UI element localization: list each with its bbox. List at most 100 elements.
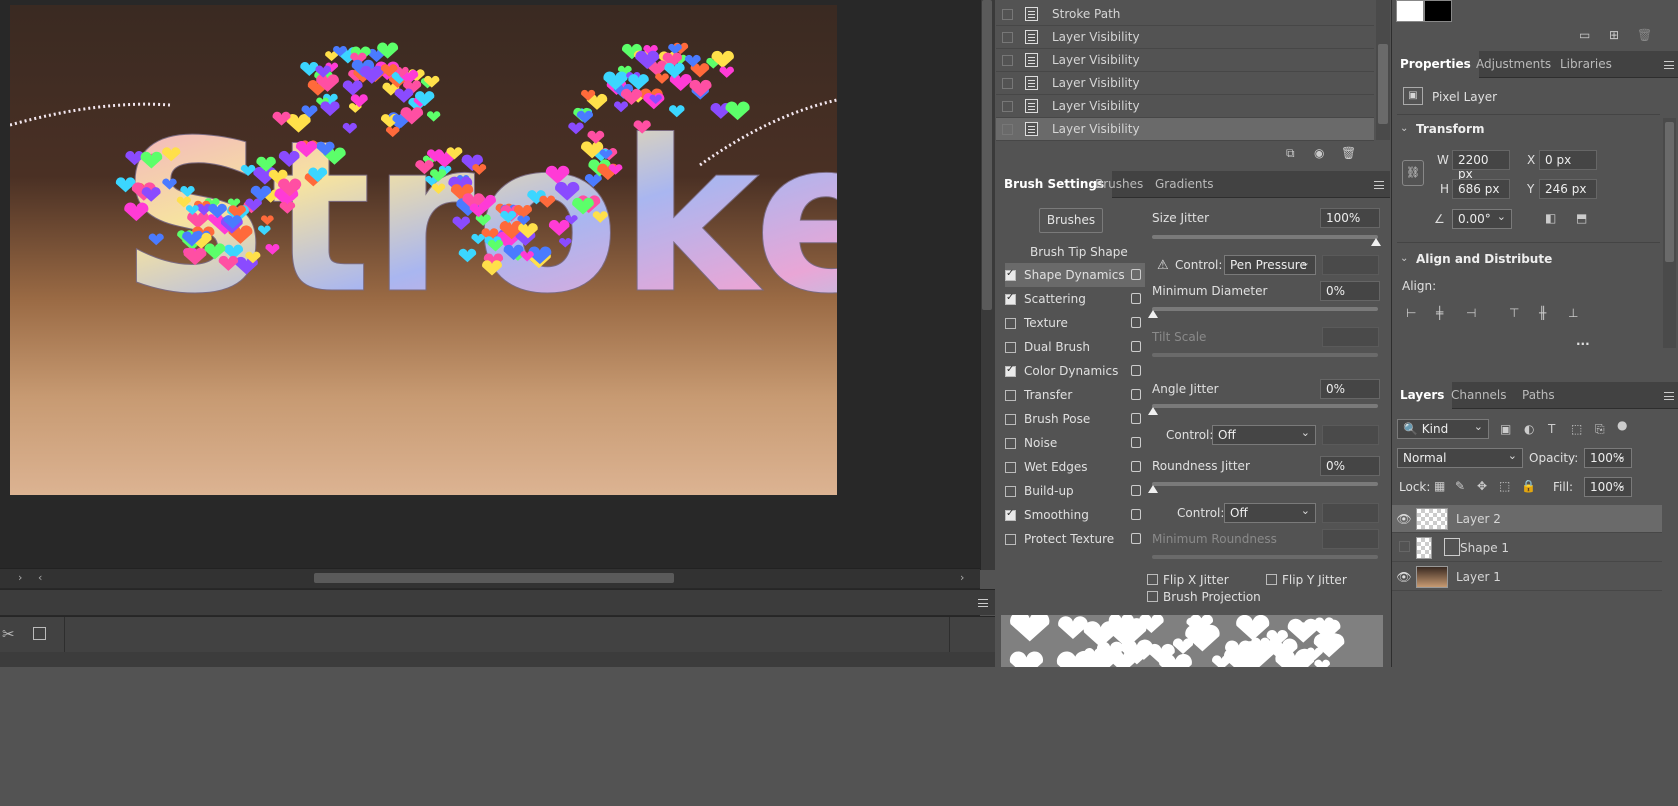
height-field[interactable]: 686 px [1452,179,1510,199]
panel-menu-icon[interactable] [978,599,988,607]
lock-icon[interactable] [1131,413,1141,424]
option-checkbox[interactable] [1005,533,1016,545]
option-label[interactable]: Color Dynamics [1024,364,1118,378]
visibility-toggle-empty[interactable] [1392,540,1416,555]
more-options-icon[interactable]: ... [1576,334,1590,348]
lock-image-pixels-icon[interactable]: ✎ [1455,479,1465,493]
expand-icon[interactable]: › [18,571,22,584]
flip-y-checkbox[interactable] [1266,574,1277,585]
lock-icon[interactable] [1131,317,1141,328]
min-diameter-field[interactable]: 0% [1320,281,1380,301]
lock-icon[interactable] [1131,509,1141,520]
camera-icon[interactable]: ◉ [1314,146,1324,160]
link-dimensions-icon[interactable]: ⛓ [1402,160,1424,186]
brush-option-dual-brush[interactable]: Dual Brush [1005,335,1145,359]
blend-mode-select[interactable]: Normal [1397,448,1523,468]
history-scrollbar[interactable] [1376,0,1390,140]
layer-row-layer-1[interactable]: 👁 Layer 1 [1392,563,1662,591]
size-jitter-handle[interactable] [1371,238,1381,246]
x-field[interactable]: 0 px [1539,150,1597,170]
tab-gradients[interactable]: Gradients [1147,171,1221,198]
min-diameter-slider[interactable] [1152,307,1378,311]
collapse-transform-icon[interactable]: ⌄ [1400,123,1408,134]
layer-name[interactable]: Layer 1 [1456,570,1501,584]
lock-icon[interactable] [1131,389,1141,400]
scroll-left-icon[interactable]: ‹ [38,571,42,584]
filter-shape-icon[interactable]: ⬚ [1571,422,1582,436]
collapse-align-icon[interactable]: ⌄ [1400,253,1408,264]
lock-icon[interactable] [1131,461,1141,472]
layer-row-shape-1[interactable]: Shape 1 [1392,534,1662,562]
tab-brushes[interactable]: Brushes [1087,171,1151,198]
option-label[interactable]: Wet Edges [1024,460,1088,474]
flip-y-label[interactable]: Flip Y Jitter [1282,573,1347,587]
lock-position-icon[interactable]: ✥ [1477,479,1487,493]
filter-smart-object-icon[interactable]: ⎘ [1595,422,1605,437]
option-checkbox[interactable] [1005,317,1016,329]
rotation-angle-field[interactable]: 0.00° [1452,209,1512,229]
brush-option-texture[interactable]: Texture [1005,311,1145,335]
new-document-from-state-icon[interactable]: ⧉ [1286,146,1295,161]
filter-toggle-icon[interactable]: ● [1617,418,1627,432]
option-label[interactable]: Dual Brush [1024,340,1090,354]
option-label[interactable]: Scattering [1024,292,1086,306]
layer-filter-kind[interactable]: 🔍 Kind [1397,419,1489,439]
control-value-field-2[interactable] [1322,425,1379,445]
option-checkbox[interactable] [1005,364,1016,377]
history-item-selected[interactable]: Layer Visibility [996,118,1374,141]
brush-option-protect-texture[interactable]: Protect Texture [1005,527,1145,551]
min-diameter-handle[interactable] [1148,310,1158,318]
brush-option-build-up[interactable]: Build-up [1005,479,1145,503]
filter-adjustment-icon[interactable]: ◐ [1524,422,1534,436]
option-checkbox[interactable] [1005,268,1016,281]
folder-icon[interactable]: ▭ [1579,28,1590,42]
transform-title[interactable]: Transform [1416,122,1484,136]
control-select-angle[interactable]: Off [1212,425,1316,445]
eye-icon[interactable]: 👁 [1392,570,1416,584]
angle-jitter-field[interactable]: 0% [1320,379,1380,399]
brush-option-wet-edges[interactable]: Wet Edges [1005,455,1145,479]
tab-channels[interactable]: Channels [1443,382,1515,409]
vertical-scroll-thumb[interactable] [982,0,992,310]
option-checkbox[interactable] [1005,485,1016,497]
brushes-button[interactable]: Brushes [1039,208,1103,233]
history-item[interactable]: Layer Visibility [996,26,1374,49]
panel-menu-icon[interactable] [1664,61,1674,69]
brush-option-noise[interactable]: Noise [1005,431,1145,455]
align-vertical-center-icon[interactable]: ╫ [1539,306,1546,320]
control-value-field-3[interactable] [1322,503,1379,523]
flip-x-checkbox[interactable] [1147,574,1158,585]
lock-all-icon[interactable]: 🔒 [1521,479,1536,493]
layer-row-layer-2[interactable]: 👁 Layer 2 [1392,505,1662,533]
trash-icon[interactable]: 🗑 [1637,28,1652,42]
option-label[interactable]: Smoothing [1024,508,1089,522]
history-item[interactable]: Layer Visibility [996,49,1374,72]
horizontal-scroll-thumb[interactable] [314,573,674,583]
align-title[interactable]: Align and Distribute [1416,252,1552,266]
brush-projection-checkbox[interactable] [1147,591,1158,602]
fill-field[interactable]: 100% [1584,477,1632,497]
panel-menu-icon[interactable] [1664,392,1674,400]
y-field[interactable]: 246 px [1539,179,1597,199]
roundness-jitter-handle[interactable] [1148,485,1158,493]
align-bottom-icon[interactable]: ⊥ [1568,306,1578,320]
tab-paths[interactable]: Paths [1514,382,1563,409]
angle-jitter-slider[interactable] [1152,404,1378,408]
transition-icon[interactable] [33,627,46,640]
angle-jitter-handle[interactable] [1148,407,1158,415]
roundness-jitter-slider[interactable] [1152,482,1378,486]
align-left-icon[interactable]: ⊢ [1406,306,1416,320]
brush-option-transfer[interactable]: Transfer [1005,383,1145,407]
align-right-icon[interactable]: ⊣ [1466,306,1476,320]
filter-pixel-icon[interactable]: ▣ [1500,422,1511,436]
size-jitter-field[interactable]: 100% [1320,208,1380,228]
lock-icon[interactable] [1131,437,1141,448]
opacity-field[interactable]: 100% [1584,448,1632,468]
history-item[interactable]: Layer Visibility [996,72,1374,95]
width-field[interactable]: 2200 px [1452,150,1510,181]
option-checkbox[interactable] [1005,341,1016,353]
brush-option-brush-pose[interactable]: Brush Pose [1005,407,1145,431]
scissors-icon[interactable]: ✂ [2,625,15,643]
option-checkbox[interactable] [1005,292,1016,305]
option-checkbox[interactable] [1005,437,1016,449]
